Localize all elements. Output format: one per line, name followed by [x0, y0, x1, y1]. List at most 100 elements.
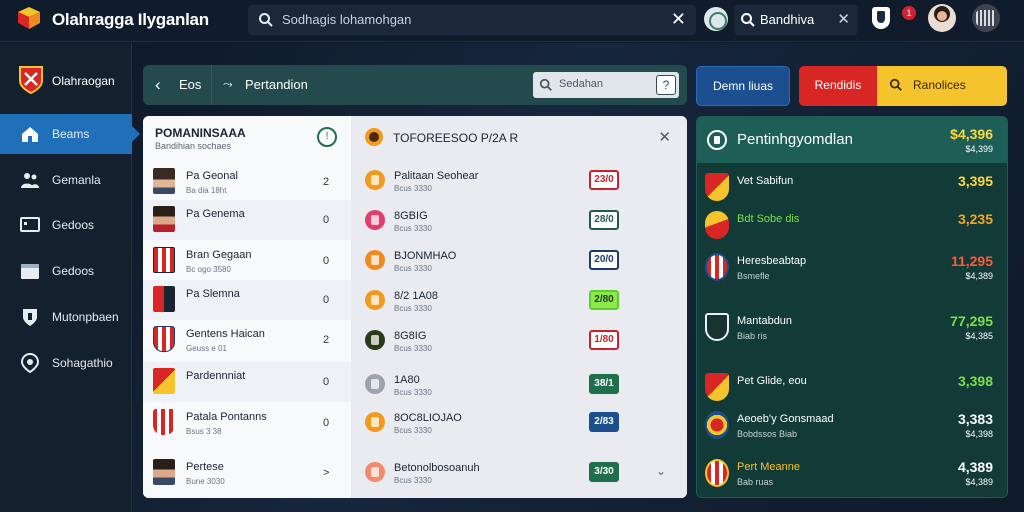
team-avatar[interactable]: [972, 4, 1000, 32]
list-item[interactable]: Aeoeb’y Gonsmaad Bobdssos Biab 3,383 $4,…: [697, 405, 1007, 449]
list-item[interactable]: Pertese Bune 3030 >: [143, 453, 351, 493]
list-item[interactable]: Patala Pontanns Bsus 3 38 0: [143, 403, 351, 443]
chevron-down-icon[interactable]: ⌄: [656, 464, 666, 478]
list-item[interactable]: Pert Meanne Bab ruas 4,389 $4,389: [697, 453, 1007, 497]
location-icon: [20, 353, 40, 373]
sidebar-item-gemanla[interactable]: Gemanla: [0, 160, 132, 200]
player-value: 2: [323, 334, 330, 346]
trend-icon: ⤳: [223, 77, 233, 91]
player-photo: [153, 206, 175, 232]
odds-badge[interactable]: 28/0: [589, 210, 619, 230]
team-amount-sub: $4,389: [965, 477, 993, 487]
sidebar-item-gedoos[interactable]: Gedoos: [0, 205, 132, 245]
team-meta: Biab ris: [737, 331, 768, 341]
sidebar-item-gedoos-2[interactable]: Gedoos: [0, 251, 132, 291]
sidebar-item-label: Gedoos: [52, 218, 95, 232]
list-item[interactable]: Pa Slemna 0: [143, 280, 351, 320]
tab-pertandion[interactable]: Pertandion: [245, 77, 308, 92]
list-item[interactable]: 1A80 Bcus 3330 38/1: [351, 364, 687, 404]
global-search[interactable]: Sodhagis lohamohgan ✕: [248, 5, 696, 35]
player-photo: [153, 459, 175, 485]
close-icon[interactable]: ✕: [671, 9, 686, 30]
search-input[interactable]: Sodhagis lohamohgan: [282, 12, 411, 27]
team-amount-sub: $4,385: [965, 331, 993, 341]
odds-badge[interactable]: 38/1: [589, 374, 619, 394]
shield-badge-icon[interactable]: [872, 7, 890, 29]
sidebar-item-mutonpbaen[interactable]: Mutonpbaen: [0, 297, 132, 337]
list-item[interactable]: Heresbeabtap Bsmefle 11,295 $4,389: [697, 247, 1007, 291]
team-amount: 11,295: [950, 253, 993, 269]
tab-eos[interactable]: Eos: [179, 77, 201, 92]
list-item[interactable]: 8GBIG Bcus 3330 28/0: [351, 200, 687, 240]
list-item[interactable]: Pa Genema 0: [143, 200, 351, 240]
list-search[interactable]: Sedahan ?: [533, 72, 679, 98]
list-search-input[interactable]: Sedahan: [559, 78, 603, 90]
list-item[interactable]: BJONMHAO Bcus 3330 20/0: [351, 240, 687, 280]
sidebar-item-label: Gemanla: [52, 173, 101, 187]
team-name: Aeoeb’y Gonsmaad: [737, 413, 834, 425]
ranolices-button[interactable]: Ranolices: [877, 66, 1007, 106]
rendidis-button[interactable]: Rendidis: [799, 66, 877, 106]
odds-badge[interactable]: 3/30: [589, 462, 619, 482]
list-item[interactable]: Betonolbosoanuh Bcus 3330 3/30 ⌄: [351, 452, 687, 492]
list-item[interactable]: Pa Geonal Ba dia 18ht 2: [143, 162, 351, 202]
sidebar-header-label: Olahraogan: [52, 74, 115, 88]
player-value: >: [323, 467, 330, 479]
team-meta: Bsmefle: [737, 271, 770, 281]
match-name: Betonolbosoanuh: [394, 462, 480, 474]
player-meta: Bsus 3 38: [186, 427, 222, 436]
list-item[interactable]: 8/2 1A08 Bcus 3330 2/80: [351, 280, 687, 320]
match-name: Palitaan Seohear: [394, 170, 479, 182]
player-name: Pa Slemna: [186, 288, 240, 300]
top-bar: Olahragga Ilyganlan Sodhagis lohamohgan …: [0, 0, 1024, 42]
list-item[interactable]: Bdt Sobe dis 3,235: [697, 205, 1007, 249]
list-item[interactable]: Palitaan Seohear Bcus 3330 23/0: [351, 160, 687, 200]
sidebar-item-sohagathio[interactable]: Sohagathio: [0, 343, 132, 383]
team-name: Mantabdun: [737, 315, 793, 327]
team-name: Pert Meanne: [737, 461, 800, 473]
sidebar-item-label: Gedoos: [52, 264, 95, 278]
club-crest-icon: [705, 459, 729, 487]
demn-button[interactable]: Demn liuas: [696, 66, 790, 106]
list-item[interactable]: Gentens Haican Geuss e 01 2: [143, 320, 351, 360]
sidebar-item-beams[interactable]: Beams: [0, 114, 140, 154]
player-value: 0: [323, 255, 330, 267]
club-crest-icon: [705, 211, 729, 239]
odds-badge[interactable]: 2/80: [589, 290, 619, 310]
demn-button-label: Demn liuas: [712, 79, 774, 93]
list-item[interactable]: 8OC8LIOJAO Bcus 3330 2/83: [351, 402, 687, 442]
club-crest-icon: [153, 368, 175, 394]
user-avatar[interactable]: [928, 4, 956, 32]
club-crest-icon: [153, 247, 175, 273]
list-item[interactable]: 8G8IG Bcus 3330 1/80: [351, 320, 687, 360]
match-icon: [365, 170, 385, 190]
close-icon[interactable]: ✕: [658, 128, 671, 146]
player-value: 0: [323, 376, 330, 388]
player-value: 0: [323, 214, 330, 226]
back-icon[interactable]: ‹: [155, 75, 173, 95]
team-amount: 3,398: [957, 373, 993, 389]
match-name: 8GBIG: [394, 210, 428, 222]
close-icon[interactable]: ✕: [837, 10, 850, 28]
odds-badge[interactable]: 23/0: [589, 170, 619, 190]
standings-panel: Pentinhgyomdlan $4,396 $4,399 Vet Sabifu…: [696, 116, 1008, 498]
info-icon[interactable]: !: [317, 127, 337, 147]
notification-badge[interactable]: 1: [902, 6, 916, 20]
odds-badge[interactable]: 2/83: [589, 412, 619, 432]
match-icon: [365, 210, 385, 230]
player-list-title: POMANINSAAA: [155, 126, 246, 140]
info-icon: [707, 130, 727, 150]
list-item[interactable]: Pardennniat 0: [143, 362, 351, 402]
standings-total: $4,396: [950, 126, 993, 142]
match-icon: [365, 374, 385, 394]
match-meta: Bcus 3330: [394, 344, 432, 353]
match-icon: [365, 250, 385, 270]
list-item[interactable]: Bran Gegaan Bc ogo 3580 0: [143, 241, 351, 281]
status-icon[interactable]: [704, 7, 728, 31]
secondary-search-input[interactable]: Bandhiva: [760, 12, 814, 27]
odds-badge[interactable]: 1/80: [589, 330, 619, 350]
secondary-search[interactable]: Bandhiva ✕: [734, 5, 858, 35]
odds-badge[interactable]: 20/0: [589, 250, 619, 270]
help-icon[interactable]: ?: [656, 75, 676, 95]
list-item[interactable]: Mantabdun Biab ris 77,295 $4,385: [697, 307, 1007, 351]
